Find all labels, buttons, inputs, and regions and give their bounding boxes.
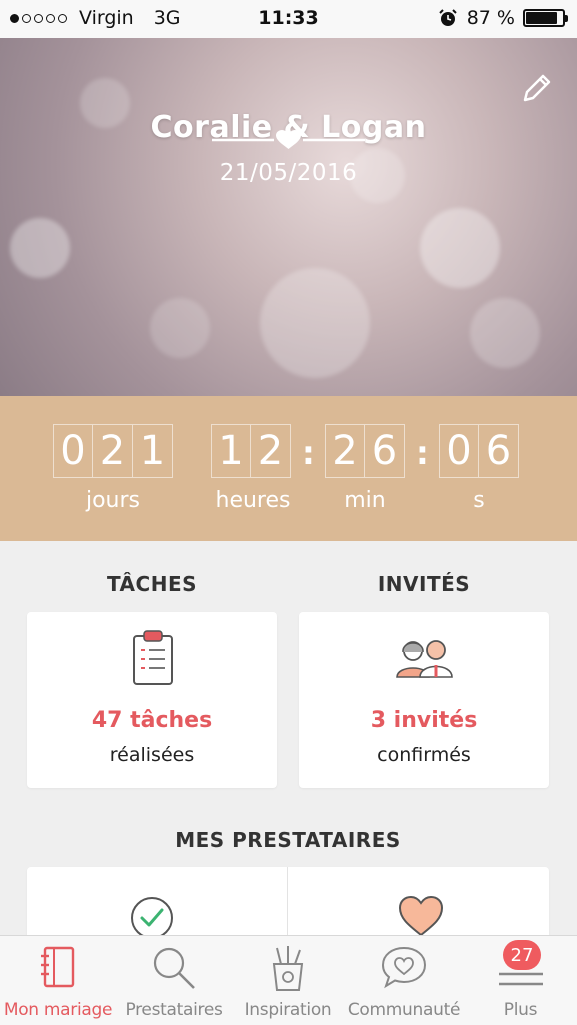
clipboard-icon — [133, 630, 173, 685]
countdown-seconds-label: s — [473, 488, 485, 513]
countdown-seconds: 0 6 — [439, 424, 519, 480]
status-bar: Virgin 3G 11:33 87 % — [0, 0, 577, 38]
tab-communaute[interactable]: Communauté — [344, 936, 464, 1025]
pencil-cup-icon — [272, 946, 304, 991]
countdown-digit: 0 — [53, 424, 93, 478]
guests-subtitle: confirmés — [377, 744, 471, 766]
heart-icon — [398, 895, 444, 937]
alarm-icon — [439, 9, 457, 26]
countdown-separator: : — [416, 434, 429, 472]
tasks-count: 47 tâches — [91, 708, 213, 733]
menu-icon — [498, 972, 543, 986]
tasks-heading: TÂCHES — [106, 572, 198, 596]
countdown-digit: 6 — [365, 424, 405, 478]
countdown-minutes-label: min — [344, 488, 386, 513]
tab-label: Prestataires — [125, 1000, 223, 1020]
tasks-card[interactable]: 47 tâches réalisées — [27, 612, 277, 788]
search-icon — [153, 947, 195, 989]
countdown-digit: 6 — [479, 424, 519, 478]
countdown-digit: 1 — [133, 424, 173, 478]
countdown-digit: 2 — [251, 424, 291, 478]
tab-bar: Mon mariage Prestataires Inspiration Com… — [0, 935, 577, 1025]
vendors-heading: MES PRESTATAIRES — [175, 828, 401, 852]
countdown-days: 0 2 1 — [53, 424, 173, 480]
tab-inspiration[interactable]: Inspiration — [232, 936, 344, 1025]
countdown-digit: 0 — [439, 424, 479, 478]
guests-card[interactable]: 3 invités confirmés — [299, 612, 549, 788]
guests-count: 3 invités — [370, 708, 478, 733]
wedding-date: 21/05/2016 — [219, 160, 358, 186]
countdown-hours: 1 2 — [211, 424, 291, 480]
notebook-icon — [41, 946, 75, 988]
couple-icon — [396, 640, 453, 678]
guests-heading: INVITÉS — [377, 572, 471, 596]
wedding-header: Coralie & Logan 21/05/2016 — [0, 38, 577, 396]
battery-percent: 87 % — [466, 7, 515, 29]
countdown-digit: 1 — [211, 424, 251, 478]
countdown-panel: 0 2 1 1 2 : 2 6 : 0 6 jours heures min s — [0, 396, 577, 541]
countdown-hours-label: heures — [215, 488, 291, 513]
tab-label: Inspiration — [244, 1000, 332, 1020]
battery-icon — [523, 9, 568, 27]
countdown-digit: 2 — [93, 424, 133, 478]
edit-pencil-icon[interactable] — [519, 70, 555, 106]
countdown-days-label: jours — [85, 488, 141, 513]
tab-label: Mon mariage — [3, 1000, 113, 1020]
notification-badge: 27 — [503, 940, 541, 970]
heart-divider-icon — [212, 130, 365, 149]
tab-prestataires[interactable]: Prestataires — [116, 936, 232, 1025]
countdown-separator: : — [302, 434, 315, 472]
countdown-minutes: 2 6 — [325, 424, 405, 480]
tasks-subtitle: réalisées — [109, 744, 195, 766]
tab-label: Communauté — [347, 1000, 461, 1020]
countdown-digit: 2 — [325, 424, 365, 478]
chat-heart-icon — [381, 946, 427, 989]
tab-mon-mariage[interactable]: Mon mariage — [0, 936, 116, 1025]
tab-label: Plus — [503, 1000, 538, 1020]
